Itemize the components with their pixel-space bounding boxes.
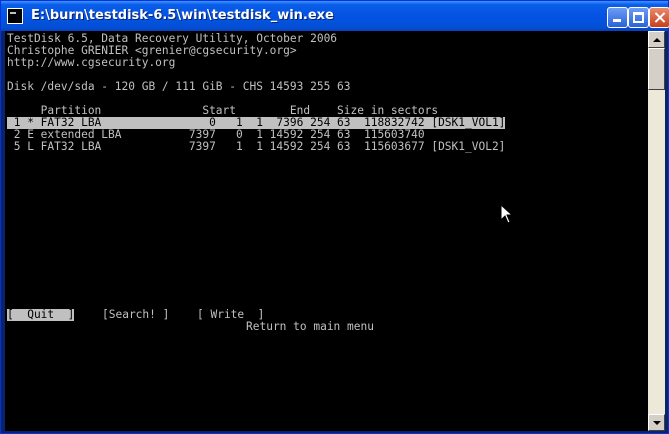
console-area[interactable]: TestDisk 6.5, Data Recovery Utility, Oct… <box>5 31 648 431</box>
console-app-icon[interactable] <box>7 8 23 24</box>
close-icon <box>650 8 669 27</box>
mouse-pointer-icon <box>501 205 513 224</box>
partition-row[interactable]: 5 L FAT32 LBA 7397 1 1 14592 254 63 1156… <box>7 141 506 153</box>
arrow-down-icon <box>653 421 661 425</box>
header-line-url: http://www.cgsecurity.org <box>7 56 176 69</box>
window-title: E:\burn\testdisk-6.5\win\testdisk_win.ex… <box>31 8 334 23</box>
scroll-down-button[interactable] <box>648 414 665 431</box>
title-bar[interactable]: E:\burn\testdisk-6.5\win\testdisk_win.ex… <box>1 1 669 31</box>
close-button[interactable] <box>649 7 669 28</box>
minimize-button[interactable] <box>607 7 628 28</box>
minimize-icon <box>608 8 627 27</box>
scroll-up-button[interactable] <box>648 31 665 48</box>
console-window: E:\burn\testdisk-6.5\win\testdisk_win.ex… <box>0 0 669 434</box>
disk-info: Disk /dev/sda - 120 GB / 111 GiB - CHS 1… <box>7 80 351 93</box>
vertical-scrollbar[interactable] <box>648 31 665 431</box>
scrollbar-thumb[interactable] <box>648 48 665 90</box>
maximize-icon <box>629 8 648 27</box>
arrow-up-icon <box>653 38 661 42</box>
quit-menu-option[interactable]: [ Quit ] <box>7 309 75 321</box>
menu-hint: Return to main menu <box>246 320 374 333</box>
search-menu-option[interactable]: [Search! ] <box>102 309 169 321</box>
maximize-button[interactable] <box>628 7 649 28</box>
